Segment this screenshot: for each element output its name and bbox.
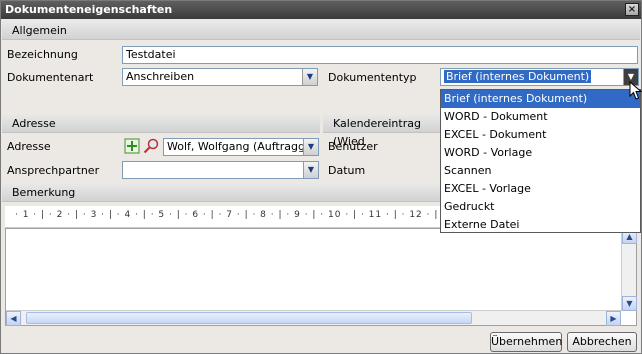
dropdown-option[interactable]: Scannen	[441, 162, 640, 180]
docsubtype-value: Brief (internes Dokument)	[444, 70, 592, 83]
properties-window: Dokumenteneigenschaften × Allgemein Beze…	[0, 0, 642, 354]
address-value: Wolf, Wolfgang (Auftraggeb	[167, 140, 319, 153]
scroll-down-icon[interactable]: ▼	[622, 296, 637, 311]
date-label: Datum	[328, 164, 366, 177]
address-label: Adresse	[7, 140, 51, 153]
dropdown-option[interactable]: WORD - Vorlage	[441, 144, 640, 162]
add-address-icon[interactable]	[124, 138, 140, 154]
chevron-down-icon[interactable]: ▼	[303, 162, 318, 178]
title-bar: Dokumenteneigenschaften ×	[1, 1, 641, 19]
vertical-scrollbar[interactable]: ▲ ▼	[621, 229, 637, 311]
dropdown-option[interactable]: WORD - Dokument	[441, 108, 640, 126]
horizontal-scrollbar[interactable]: ◀ ▶	[6, 310, 621, 326]
doctype-value: Anschreiben	[126, 70, 195, 83]
name-field[interactable]: Testdatei	[122, 46, 638, 64]
scroll-thumb[interactable]	[26, 312, 472, 324]
section-calendar: Kalendereintrag (Wied	[323, 115, 441, 148]
docsubtype-dropdown-list: Brief (internes Dokument) WORD - Dokumen…	[440, 89, 641, 233]
doctype-label: Dokumentenart	[7, 71, 94, 84]
remark-editor[interactable]: ▲ ▼ ◀ ▶	[5, 228, 637, 326]
mouse-cursor-icon	[629, 81, 642, 100]
contact-select[interactable]: ▼	[122, 161, 319, 179]
chevron-down-icon[interactable]: ▼	[303, 139, 318, 155]
section-general-title: Allgemein	[12, 24, 67, 37]
user-label: Benutzer	[328, 140, 378, 153]
section-general: Allgemein	[2, 22, 640, 40]
docsubtype-select[interactable]: Brief (internes Dokument) ▼	[440, 68, 639, 86]
doctype-select[interactable]: Anschreiben ▼	[122, 68, 318, 86]
dropdown-option[interactable]: EXCEL - Vorlage	[441, 180, 640, 198]
dropdown-option[interactable]: EXCEL - Dokument	[441, 126, 640, 144]
dropdown-option[interactable]: Gedruckt	[441, 198, 640, 216]
address-select[interactable]: Wolf, Wolfgang (Auftraggeb ▼	[163, 138, 319, 156]
section-address-title: Adresse	[12, 117, 56, 130]
window-title: Dokumenteneigenschaften	[5, 3, 173, 16]
apply-button[interactable]: Übernehmen	[490, 332, 562, 352]
close-icon[interactable]: ×	[625, 3, 639, 16]
docsubtype-label: Dokumententyp	[328, 71, 417, 84]
dropdown-option[interactable]: Brief (internes Dokument)	[441, 90, 640, 108]
name-label: Bezeichnung	[7, 48, 78, 61]
contact-label: Ansprechpartner	[7, 164, 100, 177]
scroll-left-icon[interactable]: ◀	[6, 311, 21, 326]
chevron-down-icon[interactable]: ▼	[302, 69, 317, 85]
dropdown-option[interactable]: Externe Datei	[441, 216, 640, 234]
cancel-button[interactable]: Abbrechen	[567, 332, 637, 352]
section-remark-title: Bemerkung	[12, 186, 76, 199]
scroll-right-icon[interactable]: ▶	[606, 311, 621, 326]
section-address: Adresse	[2, 115, 320, 133]
search-address-icon[interactable]	[143, 138, 159, 154]
